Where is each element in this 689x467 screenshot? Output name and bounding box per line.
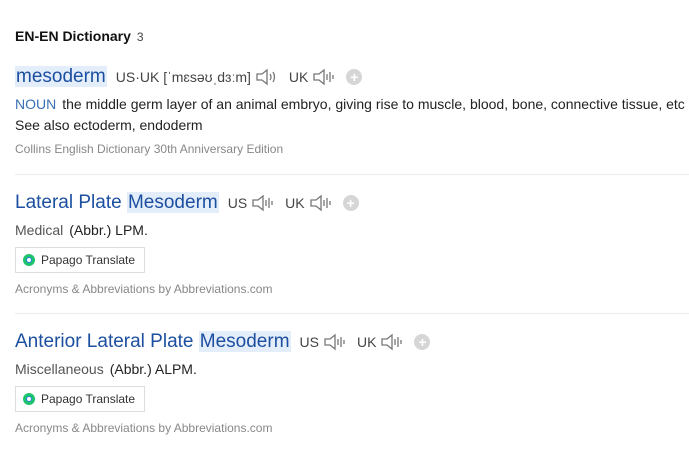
- field-label: Miscellaneous: [15, 361, 104, 377]
- entry-word[interactable]: Lateral Plate Mesoderm: [15, 192, 219, 214]
- definition-line: Miscellaneous (Abbr.) ALPM.: [15, 361, 689, 377]
- source-credit: Acronyms & Abbreviations by Abbreviation…: [15, 282, 273, 296]
- result-count: 3: [136, 30, 144, 44]
- speaker-icon[interactable]: [255, 68, 279, 86]
- definition-text: (Abbr.) ALPM.: [109, 361, 197, 377]
- dictionary-panel: EN-EN Dictionary 3 mesoderm US·UK [ˈmɛsə…: [0, 0, 689, 467]
- speaker-icon[interactable]: [380, 333, 404, 351]
- source-credit: Collins English Dictionary 30th Annivers…: [15, 142, 284, 156]
- papago-translate-button[interactable]: Papago Translate: [15, 247, 146, 273]
- speaker-icon[interactable]: [323, 333, 347, 351]
- add-icon[interactable]: +: [414, 334, 431, 350]
- field-label: Medical: [15, 222, 64, 238]
- pronunciation: US·UK [ˈmɛsəʊˌdɜːm]: [116, 69, 251, 85]
- definition-text: (Abbr.) LPM.: [69, 222, 148, 238]
- speaker-icon[interactable]: [251, 194, 275, 212]
- entry-anterior-lateral-plate-mesoderm: Anterior Lateral Plate Mesoderm US UK + …: [15, 329, 689, 435]
- us-label: US: [299, 334, 319, 350]
- papago-translate-button[interactable]: Papago Translate: [15, 386, 146, 412]
- add-icon[interactable]: +: [346, 69, 363, 85]
- uk-label: UK: [285, 195, 305, 211]
- speaker-icon[interactable]: [309, 194, 333, 212]
- speaker-icon[interactable]: [312, 68, 336, 86]
- papago-translate-label: Papago Translate: [41, 253, 136, 267]
- part-of-speech: NOUN: [15, 96, 57, 112]
- papago-icon: [23, 393, 35, 405]
- definition-line: NOUN the middle germ layer of an animal e…: [15, 96, 689, 112]
- entry-word[interactable]: Anterior Lateral Plate Mesoderm: [15, 331, 291, 353]
- entry-word[interactable]: mesoderm: [15, 66, 107, 88]
- entry-lateral-plate-mesoderm: Lateral Plate Mesoderm US UK + Medical (A…: [15, 190, 689, 296]
- uk-label: UK: [288, 69, 309, 85]
- pronunciation-text: US·UK [ˈmɛsəʊˌdɜːm]: [115, 69, 251, 85]
- definition-text: the middle germ layer of an animal embry…: [62, 96, 685, 112]
- divider: [15, 174, 689, 175]
- uk-label: UK: [356, 334, 377, 350]
- papago-icon: [23, 254, 35, 266]
- divider: [15, 313, 689, 314]
- definition-line: Medical (Abbr.) LPM.: [15, 222, 689, 238]
- papago-translate-label: Papago Translate: [41, 392, 136, 406]
- see-also[interactable]: See also ectoderm, endoderm: [15, 117, 689, 133]
- us-label: US: [227, 195, 248, 211]
- section-title: EN-EN Dictionary 3: [15, 28, 144, 44]
- source-credit: Acronyms & Abbreviations by Abbreviation…: [15, 421, 273, 435]
- entry-mesoderm: mesoderm US·UK [ˈmɛsəʊˌdɜːm] UK + NOUN th…: [15, 64, 689, 156]
- add-icon[interactable]: +: [342, 195, 359, 211]
- section-title-text: EN-EN Dictionary: [15, 28, 131, 44]
